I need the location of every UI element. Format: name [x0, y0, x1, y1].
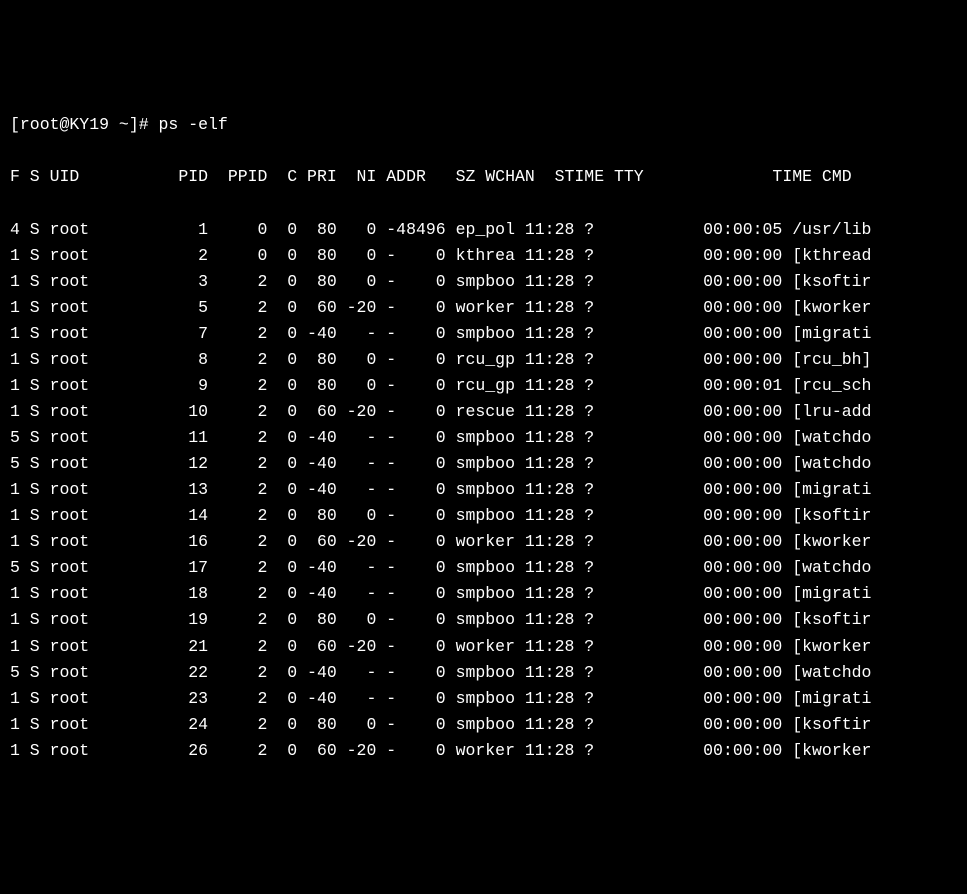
- ps-row: 4 S root 1 0 0 80 0 -48496 ep_pol 11:28 …: [10, 217, 957, 243]
- ps-row: 1 S root 9 2 0 80 0 - 0 rcu_gp 11:28 ? 0…: [10, 373, 957, 399]
- ps-row: 1 S root 26 2 0 60 -20 - 0 worker 11:28 …: [10, 738, 957, 764]
- ps-row: 1 S root 8 2 0 80 0 - 0 rcu_gp 11:28 ? 0…: [10, 347, 957, 373]
- ps-rows-container: 4 S root 1 0 0 80 0 -48496 ep_pol 11:28 …: [10, 217, 957, 764]
- ps-row: 1 S root 23 2 0 -40 - - 0 smpboo 11:28 ?…: [10, 686, 957, 712]
- ps-row: 1 S root 3 2 0 80 0 - 0 smpboo 11:28 ? 0…: [10, 269, 957, 295]
- ps-header-row: F S UID PID PPID C PRI NI ADDR SZ WCHAN …: [10, 164, 957, 190]
- ps-row: 5 S root 11 2 0 -40 - - 0 smpboo 11:28 ?…: [10, 425, 957, 451]
- ps-row: 5 S root 22 2 0 -40 - - 0 smpboo 11:28 ?…: [10, 660, 957, 686]
- ps-row: 1 S root 13 2 0 -40 - - 0 smpboo 11:28 ?…: [10, 477, 957, 503]
- ps-row: 1 S root 18 2 0 -40 - - 0 smpboo 11:28 ?…: [10, 581, 957, 607]
- ps-row: 1 S root 24 2 0 80 0 - 0 smpboo 11:28 ? …: [10, 712, 957, 738]
- ps-row: 1 S root 21 2 0 60 -20 - 0 worker 11:28 …: [10, 634, 957, 660]
- ps-row: 1 S root 10 2 0 60 -20 - 0 rescue 11:28 …: [10, 399, 957, 425]
- shell-prompt[interactable]: [root@KY19 ~]# ps -elf: [10, 112, 957, 138]
- ps-row: 1 S root 2 0 0 80 0 - 0 kthrea 11:28 ? 0…: [10, 243, 957, 269]
- ps-row: 5 S root 12 2 0 -40 - - 0 smpboo 11:28 ?…: [10, 451, 957, 477]
- ps-row: 1 S root 14 2 0 80 0 - 0 smpboo 11:28 ? …: [10, 503, 957, 529]
- ps-row: 1 S root 7 2 0 -40 - - 0 smpboo 11:28 ? …: [10, 321, 957, 347]
- ps-row: 1 S root 16 2 0 60 -20 - 0 worker 11:28 …: [10, 529, 957, 555]
- ps-row: 1 S root 19 2 0 80 0 - 0 smpboo 11:28 ? …: [10, 607, 957, 633]
- ps-row: 1 S root 5 2 0 60 -20 - 0 worker 11:28 ?…: [10, 295, 957, 321]
- ps-row: 5 S root 17 2 0 -40 - - 0 smpboo 11:28 ?…: [10, 555, 957, 581]
